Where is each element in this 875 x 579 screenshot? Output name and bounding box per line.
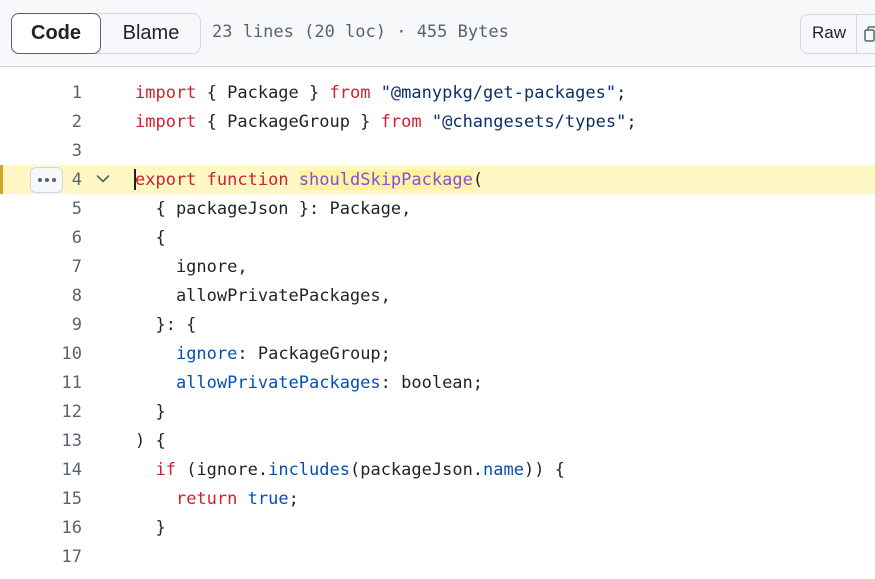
code-line: 8 allowPrivatePackages, [0, 281, 875, 310]
line-number[interactable]: 16 [40, 518, 82, 538]
chevron-down-icon[interactable] [96, 174, 110, 184]
file-toolbar: Code Blame 23 lines (20 loc) · 455 Bytes… [0, 0, 875, 67]
code-line: 6 { [0, 223, 875, 252]
code-line: 17 [0, 542, 875, 571]
code-line: 11 allowPrivatePackages: boolean; [0, 368, 875, 397]
code-text: ) { [135, 431, 166, 451]
code-line: 12 } [0, 397, 875, 426]
line-number[interactable]: 17 [40, 547, 82, 567]
code-text: import { PackageGroup } from "@changeset… [135, 112, 637, 132]
code-text: return true; [175, 489, 299, 509]
code-text: allowPrivatePackages: boolean; [175, 373, 484, 393]
code-line: 10 ignore: PackageGroup; [0, 339, 875, 368]
code-line: 9 }: { [0, 310, 875, 339]
code-line: 16 } [0, 513, 875, 542]
code-text: } [135, 402, 166, 422]
button-divider [856, 14, 857, 54]
code-tab[interactable]: Code [11, 13, 101, 54]
line-number[interactable]: 5 [40, 199, 82, 219]
line-number[interactable]: 8 [40, 286, 82, 306]
code-line: 15 return true; [0, 484, 875, 513]
code-line: 2 import { PackageGroup } from "@changes… [0, 107, 875, 136]
line-number[interactable]: 10 [40, 344, 82, 364]
line-number[interactable]: 12 [40, 402, 82, 422]
copy-icon[interactable] [864, 26, 875, 42]
line-number[interactable]: 7 [40, 257, 82, 277]
line-number[interactable]: 15 [40, 489, 82, 509]
code-line: 3 [0, 136, 875, 165]
code-line: 5 { packageJson }: Package, [0, 194, 875, 223]
code-line: 13 ) { [0, 426, 875, 455]
code-text: export function shouldSkipPackage( [135, 170, 484, 190]
line-number[interactable]: 3 [40, 141, 82, 161]
code-text: } [135, 518, 166, 538]
code-line-highlighted: 4 export function shouldSkipPackage( [0, 165, 875, 194]
line-number[interactable]: 2 [40, 112, 82, 132]
code-line: 7 ignore, [0, 252, 875, 281]
view-toggle: Code Blame [11, 13, 201, 54]
code-text: import { Package } from "@manypkg/get-pa… [135, 83, 627, 103]
code-text: { [135, 228, 166, 248]
raw-button-label[interactable]: Raw [812, 23, 846, 43]
code-text: }: { [135, 315, 197, 335]
line-number[interactable]: 14 [40, 460, 82, 480]
code-text: ignore, [135, 257, 248, 277]
line-number[interactable]: 4 [40, 170, 82, 190]
line-number[interactable]: 11 [40, 373, 82, 393]
line-number[interactable]: 13 [40, 431, 82, 451]
line-number[interactable]: 1 [40, 83, 82, 103]
code-text: { packageJson }: Package, [135, 199, 412, 219]
code-text: allowPrivatePackages, [135, 286, 391, 306]
line-number[interactable]: 6 [40, 228, 82, 248]
code-line: 14 if (ignore.includes(packageJson.name)… [0, 455, 875, 484]
highlight-marker [0, 165, 3, 194]
code-text: if (ignore.includes(packageJson.name)) { [155, 460, 565, 480]
blame-tab[interactable]: Blame [102, 14, 200, 53]
file-info: 23 lines (20 loc) · 455 Bytes [212, 22, 509, 42]
code-line: 1 import { Package } from "@manypkg/get-… [0, 78, 875, 107]
line-number[interactable]: 9 [40, 315, 82, 335]
code-text: ignore: PackageGroup; [175, 344, 391, 364]
